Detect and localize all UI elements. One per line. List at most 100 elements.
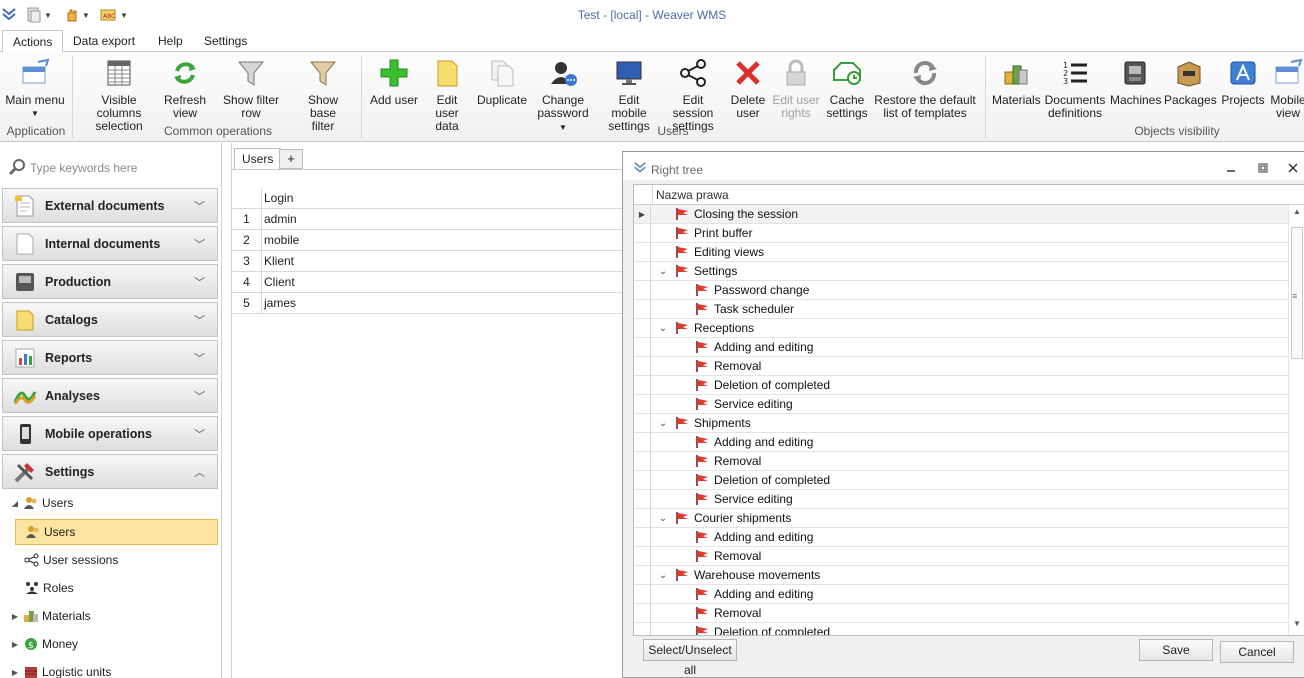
nav-tree-roles[interactable]: Roles: [23, 575, 218, 601]
cache-icon: [830, 56, 864, 90]
tree-row[interactable]: Deletion of completed: [634, 623, 1288, 635]
expand-arrow-icon: ▶: [11, 639, 19, 649]
tree-row[interactable]: Service editing: [634, 490, 1288, 509]
table-row[interactable]: 3 Klient: [232, 251, 624, 272]
tree-row[interactable]: Removal: [634, 604, 1288, 623]
duplicate-button[interactable]: Duplicate: [476, 56, 528, 107]
restore-window-icon[interactable]: [1255, 161, 1271, 175]
search-input[interactable]: Type keywords here: [30, 161, 137, 175]
minimize-icon[interactable]: [1223, 161, 1239, 175]
packages-button[interactable]: Packages: [1164, 56, 1217, 107]
nav-tree-users[interactable]: Users: [15, 519, 218, 545]
visible-columns-selection-button[interactable]: Visible columns selection: [80, 56, 158, 133]
refresh-view-button[interactable]: Refresh view: [162, 56, 208, 120]
tab-settings[interactable]: Settings: [194, 30, 257, 52]
nav-section-settings[interactable]: Settings ︿: [2, 454, 218, 489]
edit-user-rights-button[interactable]: Edit user rights: [772, 56, 820, 120]
scroll-up-icon[interactable]: ▲: [1289, 207, 1304, 221]
tab-help[interactable]: Help: [148, 30, 193, 52]
tree-row-label: Editing views: [694, 245, 765, 259]
projects-button[interactable]: Projects: [1218, 56, 1268, 107]
restore-default-templates-button[interactable]: Restore the default list of templates: [874, 56, 976, 120]
tree-row[interactable]: ⌄ Warehouse movements: [634, 566, 1288, 585]
tree-row[interactable]: Task scheduler: [634, 300, 1288, 319]
red-flag-icon: [694, 473, 710, 487]
nav-section-production[interactable]: Production ﹀: [2, 264, 218, 299]
show-filter-row-button[interactable]: Show filter row: [212, 56, 290, 120]
tree-row[interactable]: Removal: [634, 357, 1288, 376]
tree-row[interactable]: Adding and editing: [634, 433, 1288, 452]
cancel-button[interactable]: Cancel: [1220, 641, 1294, 663]
nav-section-analyses[interactable]: Analyses ﹀: [2, 378, 218, 413]
cache-settings-button[interactable]: Cache settings: [824, 56, 870, 120]
nav-section-mobile-operations[interactable]: Mobile operations ﹀: [2, 416, 218, 451]
table-row[interactable]: 2 mobile: [232, 230, 624, 251]
collapse-arrow-icon: ◢: [11, 498, 19, 508]
nav-section-catalogs[interactable]: Catalogs ﹀: [2, 302, 218, 337]
table-row[interactable]: 5 james: [232, 293, 624, 314]
tab-data-export[interactable]: Data export: [63, 30, 145, 52]
nav-tree-materials[interactable]: ▶ Materials: [8, 603, 218, 629]
add-user-button[interactable]: Add user: [368, 56, 420, 107]
table-row[interactable]: 1 admin: [232, 209, 624, 230]
tree-row[interactable]: Deletion of completed: [634, 471, 1288, 490]
collapse-chevron-icon[interactable]: ⌄: [656, 513, 670, 524]
table-row[interactable]: 4 Client: [232, 272, 624, 293]
nav-tree-logistic-units[interactable]: ▶ Logistic units: [8, 659, 218, 678]
materials-button[interactable]: Materials: [992, 56, 1041, 107]
tree-row[interactable]: Removal: [634, 547, 1288, 566]
package-icon: [1172, 56, 1206, 90]
vertical-scrollbar[interactable]: ▲ ≡ ▼: [1288, 205, 1304, 635]
documents-definitions-button[interactable]: 123 Documents definitions: [1044, 56, 1106, 120]
tree-row[interactable]: ⌄ Courier shipments: [634, 509, 1288, 528]
nav-search[interactable]: Type keywords here: [8, 157, 213, 179]
column-header-login[interactable]: Login: [262, 191, 293, 205]
collapse-chevron-icon[interactable]: ⌄: [656, 266, 670, 277]
tree-row[interactable]: Removal: [634, 452, 1288, 471]
nav-tree-user-sessions[interactable]: User sessions: [23, 547, 218, 573]
tree-row-label: Removal: [714, 454, 762, 468]
tree-row[interactable]: ⌄ Receptions: [634, 319, 1288, 338]
collapse-chevron-icon[interactable]: ⌄: [656, 570, 670, 581]
add-tab-button[interactable]: +: [279, 149, 303, 169]
nav-section-internal-documents[interactable]: Internal documents ﹀: [2, 226, 218, 261]
tree-row-label: Print buffer: [694, 226, 753, 240]
nav-section-external-documents[interactable]: External documents ﹀: [2, 188, 218, 223]
tree-row[interactable]: ⌄ Shipments: [634, 414, 1288, 433]
mobile-view-button[interactable]: Mobile view: [1270, 56, 1304, 120]
select-unselect-all-button[interactable]: Select/Unselect all: [643, 639, 737, 677]
close-icon[interactable]: [1285, 161, 1301, 175]
scroll-down-icon[interactable]: ▼: [1289, 619, 1304, 633]
tree-row[interactable]: Deletion of completed: [634, 376, 1288, 395]
tree-row[interactable]: Editing views: [634, 243, 1288, 262]
tree-row[interactable]: Adding and editing: [634, 528, 1288, 547]
save-button[interactable]: Save: [1139, 639, 1213, 661]
change-password-button[interactable]: Change password ▼: [532, 56, 594, 134]
row-indicator: [634, 566, 651, 585]
tree-row[interactable]: Adding and editing: [634, 585, 1288, 604]
edit-user-data-button[interactable]: Edit user data: [424, 56, 470, 133]
tab-actions[interactable]: Actions: [2, 30, 64, 53]
tree-row[interactable]: Service editing: [634, 395, 1288, 414]
tree-row[interactable]: Password change: [634, 281, 1288, 300]
title-bar: ▼ ▼ ABC ▼ Test - [local] - Weaver WMS: [0, 0, 1304, 30]
edit-mobile-settings-button[interactable]: Edit mobile settings: [600, 56, 658, 133]
collapse-chevron-icon[interactable]: ⌄: [656, 323, 670, 334]
row-indicator: [634, 357, 651, 376]
machines-button[interactable]: Machines: [1110, 56, 1161, 107]
tree-row[interactable]: ⌄ Settings: [634, 262, 1288, 281]
nav-tree-users-group[interactable]: ◢ Users: [8, 490, 218, 516]
tree-row[interactable]: ▶ Closing the session: [634, 205, 1288, 224]
main-menu-button[interactable]: Main menu ▼: [4, 56, 66, 120]
show-base-filter-button[interactable]: Show base filter: [294, 56, 352, 133]
delete-user-button[interactable]: Delete user: [728, 56, 768, 120]
nav-section-reports[interactable]: Reports ﹀: [2, 340, 218, 375]
collapse-chevron-icon[interactable]: ⌄: [656, 418, 670, 429]
tree-row[interactable]: Adding and editing: [634, 338, 1288, 357]
column-header-right-name[interactable]: Nazwa prawa: [652, 185, 729, 205]
tree-row[interactable]: Print buffer: [634, 224, 1288, 243]
nav-tree-money[interactable]: ▶ $ Money: [8, 631, 218, 657]
chevron-down-icon: ﹀: [194, 201, 205, 213]
edit-session-settings-button[interactable]: Edit session settings: [662, 56, 724, 133]
tab-users[interactable]: Users: [234, 148, 282, 170]
